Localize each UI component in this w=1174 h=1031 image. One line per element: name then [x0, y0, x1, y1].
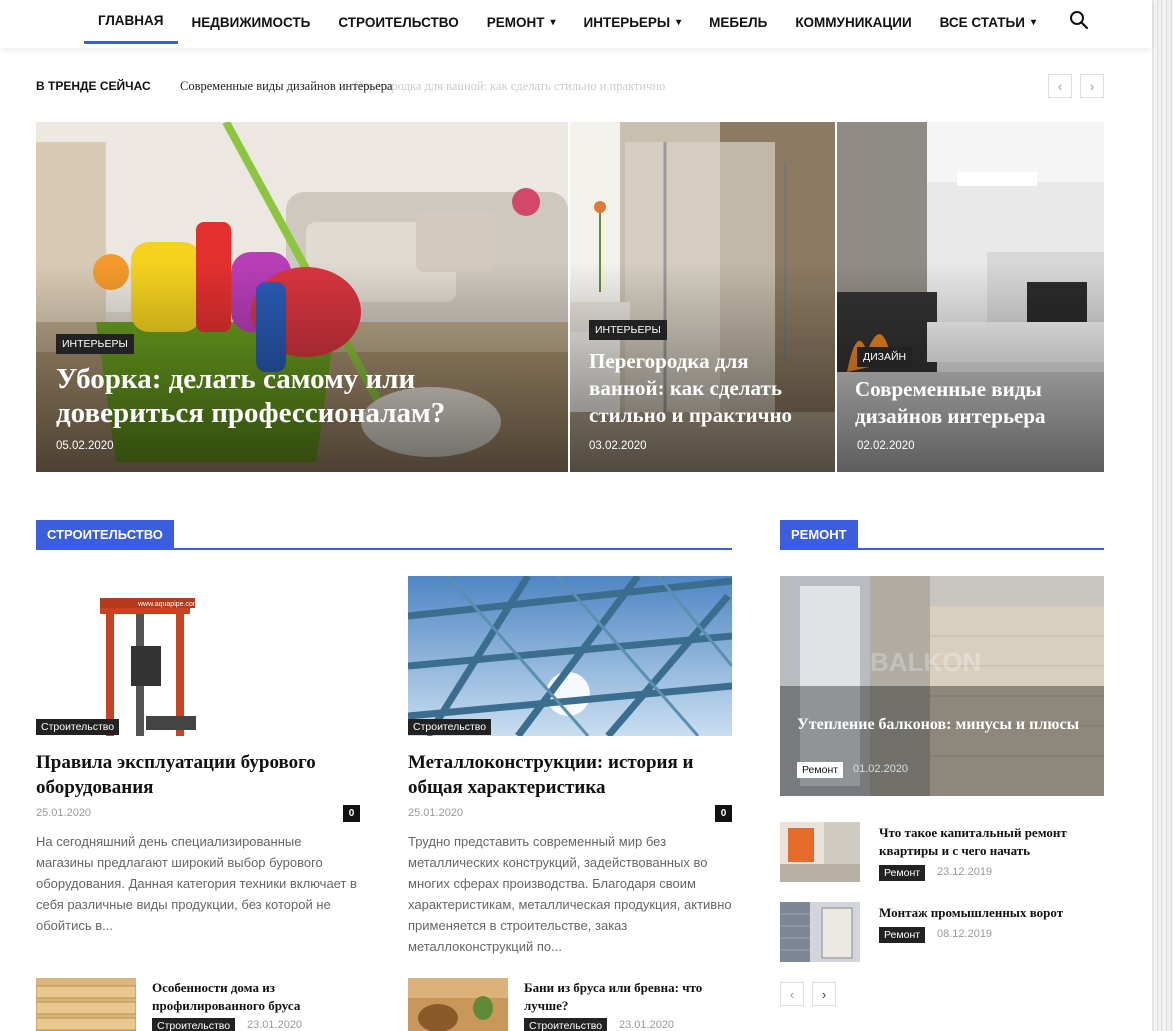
- page-edge-texture: [1152, 0, 1174, 1031]
- trending-label: В ТРЕНДЕ СЕЙЧАС: [36, 79, 151, 93]
- category-badge[interactable]: Строительство: [408, 719, 492, 735]
- nav-label: ВСЕ СТАТЬИ: [939, 14, 1025, 30]
- article-thumb-gates[interactable]: [780, 902, 860, 962]
- featured-title[interactable]: Утепление балконов: минусы и плюсы: [797, 714, 1087, 736]
- article-thumb-sauna[interactable]: [408, 978, 508, 1031]
- trending-next-button[interactable]: ›: [1080, 74, 1104, 98]
- trending-prev-button[interactable]: ‹: [1048, 74, 1072, 98]
- nav-item-home[interactable]: ГЛАВНАЯ: [84, 0, 178, 44]
- category-badge[interactable]: Ремонт: [879, 927, 926, 943]
- image-watermark-text: www.aquapipe.com.ua: [137, 601, 209, 608]
- chevron-down-icon: ▾: [1030, 16, 1036, 28]
- gates-image: [780, 902, 860, 962]
- article-title[interactable]: Особенности дома из профилированного бру…: [152, 979, 352, 1015]
- hero-date: 05.02.2020: [56, 440, 114, 452]
- nav-item-communications[interactable]: КОММУНИКАЦИИ: [781, 0, 925, 44]
- section-header-construction: СТРОИТЕЛЬСТВО: [36, 520, 732, 550]
- article-date: 25.01.2020: [36, 807, 92, 819]
- article-image-drilling[interactable]: www.aquapipe.com.ua Строительство: [36, 576, 360, 736]
- search-icon[interactable]: [1068, 9, 1090, 31]
- article-title[interactable]: Что такое капитальный ремонт квартиры и …: [879, 824, 1094, 860]
- article-date: 23.01.2020: [619, 1019, 675, 1031]
- nav-label: РЕМОНТ: [486, 14, 545, 30]
- repair-prev-button[interactable]: ‹: [780, 982, 804, 1006]
- renovation-image: [780, 822, 860, 882]
- article-thumb-timber[interactable]: [36, 978, 136, 1031]
- steel-frame-image: [408, 576, 732, 736]
- category-badge[interactable]: Строительство: [36, 719, 120, 735]
- category-badge[interactable]: Ремонт: [879, 865, 926, 881]
- drilling-rig-image: www.aquapipe.com.ua: [36, 576, 360, 736]
- nav-label: КОММУНИКАЦИИ: [795, 14, 912, 30]
- article-date: 23.01.2020: [247, 1019, 303, 1031]
- section-header-repair: РЕМОНТ: [780, 520, 1104, 550]
- category-badge[interactable]: ИНТЕРЬЕРЫ: [56, 334, 134, 354]
- image-watermark-text: BALKON: [870, 647, 981, 677]
- comment-count-badge[interactable]: 0: [343, 805, 360, 822]
- nav-item-all-articles[interactable]: ВСЕ СТАТЬИ ▾: [926, 0, 1050, 44]
- section-title[interactable]: РЕМОНТ: [780, 520, 858, 548]
- hero-date: 03.02.2020: [589, 440, 647, 452]
- nav-item-furniture[interactable]: МЕБЕЛЬ: [695, 0, 781, 44]
- article-title[interactable]: Металлоконструкции: история и общая хара…: [408, 750, 732, 800]
- repair-next-button[interactable]: ›: [812, 982, 836, 1006]
- nav-label: НЕДВИЖИМОСТЬ: [191, 14, 311, 30]
- chevron-down-icon: ▾: [676, 16, 682, 28]
- article-thumb-renovation[interactable]: [780, 822, 860, 882]
- trending-bar: В ТРЕНДЕ СЕЙЧАС Перегородка для ванной: …: [36, 74, 1104, 100]
- featured-date: 01.02.2020: [853, 763, 909, 775]
- article-date: 25.01.2020: [408, 807, 464, 819]
- article-title[interactable]: Бани из бруса или бревна: что лучше?: [524, 979, 732, 1015]
- category-badge[interactable]: Строительство: [152, 1018, 236, 1031]
- article-title[interactable]: Правила эксплуатации бурового оборудован…: [36, 750, 360, 800]
- hero-title[interactable]: Уборка: делать самому или довериться про…: [56, 362, 526, 430]
- nav-label: ГЛАВНАЯ: [98, 13, 164, 28]
- top-navigation: ГЛАВНАЯ НЕДВИЖИМОСТЬ СТРОИТЕЛЬСТВО РЕМОН…: [0, 0, 1152, 48]
- article-image-steel[interactable]: Строительство: [408, 576, 732, 736]
- featured-article-balcony[interactable]: BALKON Утепление балконов: минусы и плюс…: [780, 576, 1104, 796]
- nav-item-construction[interactable]: СТРОИТЕЛЬСТВО: [324, 0, 472, 44]
- hero-title[interactable]: Современные виды дизайнов интерьера: [855, 376, 1095, 430]
- hero-article-1[interactable]: ИНТЕРЬЕРЫ Уборка: делать самому или дове…: [36, 122, 568, 472]
- nav-item-interiors[interactable]: ИНТЕРЬЕРЫ ▾: [570, 0, 696, 44]
- hero-title[interactable]: Перегородка для ванной: как сделать стил…: [589, 348, 829, 429]
- category-badge[interactable]: Строительство: [524, 1018, 608, 1031]
- article-excerpt: На сегодняшний день специализированные м…: [36, 834, 357, 933]
- article-date: 23.12.2019: [937, 866, 993, 878]
- hero-article-2[interactable]: ИНТЕРЬЕРЫ Перегородка для ванной: как сд…: [570, 122, 835, 472]
- nav-label: ИНТЕРЬЕРЫ: [583, 14, 671, 30]
- article-title[interactable]: Монтаж промышленных ворот: [879, 904, 1094, 922]
- section-title[interactable]: СТРОИТЕЛЬСТВО: [36, 520, 174, 548]
- timber-image: [36, 978, 136, 1031]
- main-menu: ГЛАВНАЯ НЕДВИЖИМОСТЬ СТРОИТЕЛЬСТВО РЕМОН…: [84, 0, 1050, 44]
- sauna-image: [408, 978, 508, 1031]
- hero-date: 02.02.2020: [857, 440, 915, 452]
- category-badge[interactable]: Ремонт: [797, 762, 844, 778]
- chevron-down-icon: ▾: [550, 16, 556, 28]
- nav-item-realty[interactable]: НЕДВИЖИМОСТЬ: [178, 0, 325, 44]
- hero-article-3[interactable]: ДИЗАЙН Современные виды дизайнов интерье…: [837, 122, 1104, 472]
- category-badge[interactable]: ИНТЕРЬЕРЫ: [589, 320, 667, 340]
- comment-count-badge[interactable]: 0: [715, 805, 732, 822]
- article-date: 08.12.2019: [937, 928, 993, 940]
- category-badge[interactable]: ДИЗАЙН: [857, 347, 913, 367]
- nav-label: СТРОИТЕЛЬСТВО: [338, 14, 459, 30]
- trending-next-ghost: Перегородка для ванной: как сделать стил…: [354, 79, 666, 93]
- nav-item-repair[interactable]: РЕМОНТ ▾: [473, 0, 570, 44]
- trending-headline[interactable]: Современные виды дизайнов интерьера: [180, 79, 393, 94]
- article-excerpt: Трудно представить современный мир без м…: [408, 834, 732, 954]
- nav-label: МЕБЕЛЬ: [709, 14, 768, 30]
